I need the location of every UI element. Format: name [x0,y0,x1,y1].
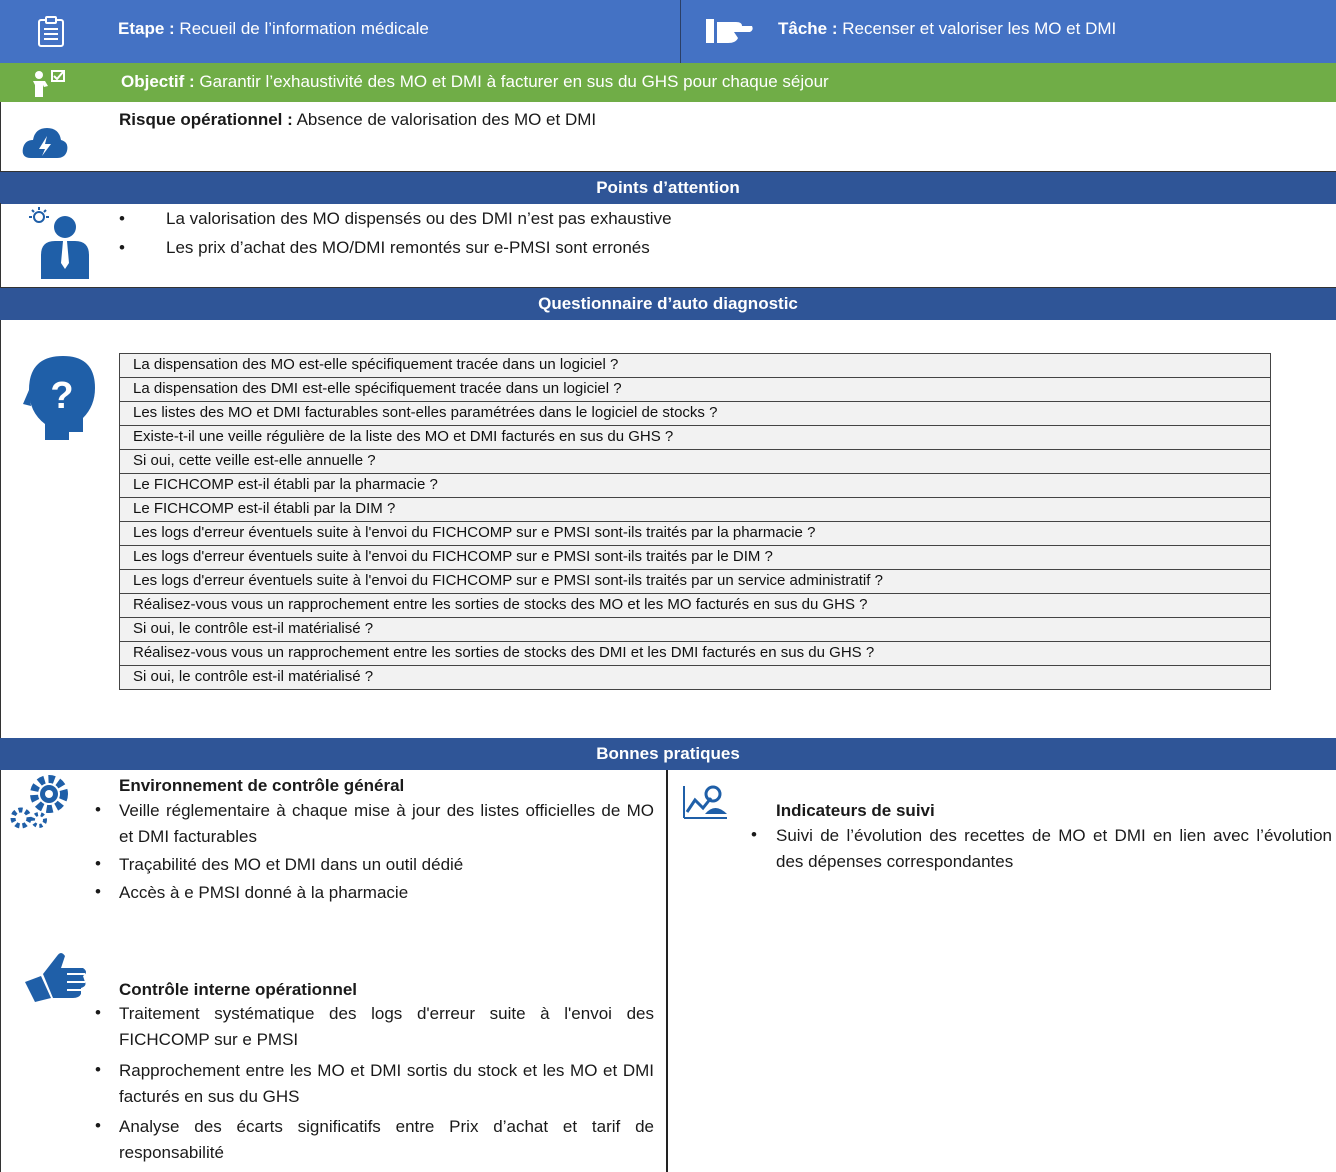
points-attention-section: • La valorisation des MO dispensés ou de… [0,203,1336,288]
objective-value: Garantir l’exhaustivité des MO et DMI à … [199,72,829,91]
bullet: • [95,1060,101,1079]
question-row: Les listes des MO et DMI facturables son… [120,402,1270,426]
indicator-item: Suivi de l’évolution des recettes de MO … [776,826,1332,871]
chart-magnifier-icon [683,785,727,819]
bullet: • [95,882,101,901]
questionnaire-header: Questionnaire d’auto diagnostic [0,288,1336,320]
stage-text: Etape : Recueil de l’information médical… [118,19,429,39]
env-control-title: Environnement de contrôle général [119,776,405,795]
risk-value: Absence de valorisation des MO et DMI [296,110,597,129]
env-item: Veille réglementaire à chaque mise à jou… [119,801,654,846]
bullet: • [95,854,101,873]
question-row: Les logs d'erreur éventuels suite à l'en… [120,522,1270,546]
internal-control-item: Rapprochement entre les MO et DMI sortis… [119,1061,654,1106]
svg-text:?: ? [50,375,73,417]
task-text: Tâche : Recenser et valoriser les MO et … [778,19,1116,39]
risk-section: Risque opérationnel : Absence de valoris… [0,102,1336,172]
attention-item-text: La valorisation des MO dispensés ou des … [166,209,672,228]
column-divider [666,770,668,1172]
risk-text: Risque opérationnel : Absence de valoris… [119,110,596,130]
bullet: • [119,238,125,257]
bullet: • [95,1116,101,1135]
gears-icon [10,775,68,829]
task-value: Recenser et valoriser les MO et DMI [842,19,1117,38]
question-row: Le FICHCOMP est-il établi par la DIM ? [120,498,1270,522]
objective-text: Objectif : Garantir l’exhaustivité des M… [121,72,829,92]
question-row: Si oui, cette veille est-elle annuelle ? [120,450,1270,474]
stage-label: Etape : [118,19,175,38]
bonnes-pratiques-header: Bonnes pratiques [0,738,1336,770]
points-attention-header: Points d’attention [0,172,1336,204]
bullet: • [751,825,757,844]
attention-item: • [119,209,125,229]
attention-item: • [119,238,125,258]
stage-value: Recueil de l’information médicale [179,19,429,38]
idea-person-icon [29,207,89,279]
question-row: Les logs d'erreur éventuels suite à l'en… [120,546,1270,570]
env-item: Traçabilité des MO et DMI dans un outil … [119,855,464,874]
question-row: Le FICHCOMP est-il établi par la pharmac… [120,474,1270,498]
objective-label: Objectif : [121,72,195,91]
pointing-hand-icon [706,19,753,43]
thumbs-up-icon [25,953,86,1002]
objective-banner: Objectif : Garantir l’exhaustivité des M… [0,63,1336,102]
questions-table: La dispensation des MO est-elle spécifiq… [119,353,1271,690]
question-row: Si oui, le contrôle est-il matérialisé ? [120,618,1270,642]
head-question-icon: ? [23,356,95,440]
bullet: • [95,1003,101,1022]
question-row: La dispensation des DMI est-elle spécifi… [120,378,1270,402]
indicators-title: Indicateurs de suivi [776,801,935,820]
stage-task-banner: Etape : Recueil de l’information médical… [0,0,1336,63]
question-row: Réalisez-vous vous un rapprochement entr… [120,642,1270,666]
cloud-lightning-icon [22,128,68,158]
internal-control-item: Analyse des écarts significatifs entre P… [119,1117,654,1162]
question-row: Réalisez-vous vous un rapprochement entr… [120,594,1270,618]
internal-control-title: Contrôle interne opérationnel [119,980,358,999]
question-row: La dispensation des MO est-elle spécifiq… [120,354,1270,378]
question-row: Existe-t-il une veille régulière de la l… [120,426,1270,450]
task-label: Tâche : [778,19,838,38]
env-item: Accès à e PMSI donné à la pharmacie [119,883,409,902]
clipboard-icon [38,16,64,47]
bonnes-pratiques-section: Environnement de contrôle général • Veil… [0,770,1336,1172]
internal-control-item: Traitement systématique des logs d'erreu… [119,1004,654,1049]
bullet: • [95,800,101,819]
attention-item-text: Les prix d’achat des MO/DMI remontés sur… [166,238,650,257]
question-row: Les logs d'erreur éventuels suite à l'en… [120,570,1270,594]
questionnaire-section: ? La dispensation des MO est-elle spécif… [0,320,1336,738]
person-checklist-icon [33,70,65,97]
risk-label: Risque opérationnel : [119,110,293,129]
bullet: • [119,209,125,228]
question-row: Si oui, le contrôle est-il matérialisé ? [120,666,1270,689]
